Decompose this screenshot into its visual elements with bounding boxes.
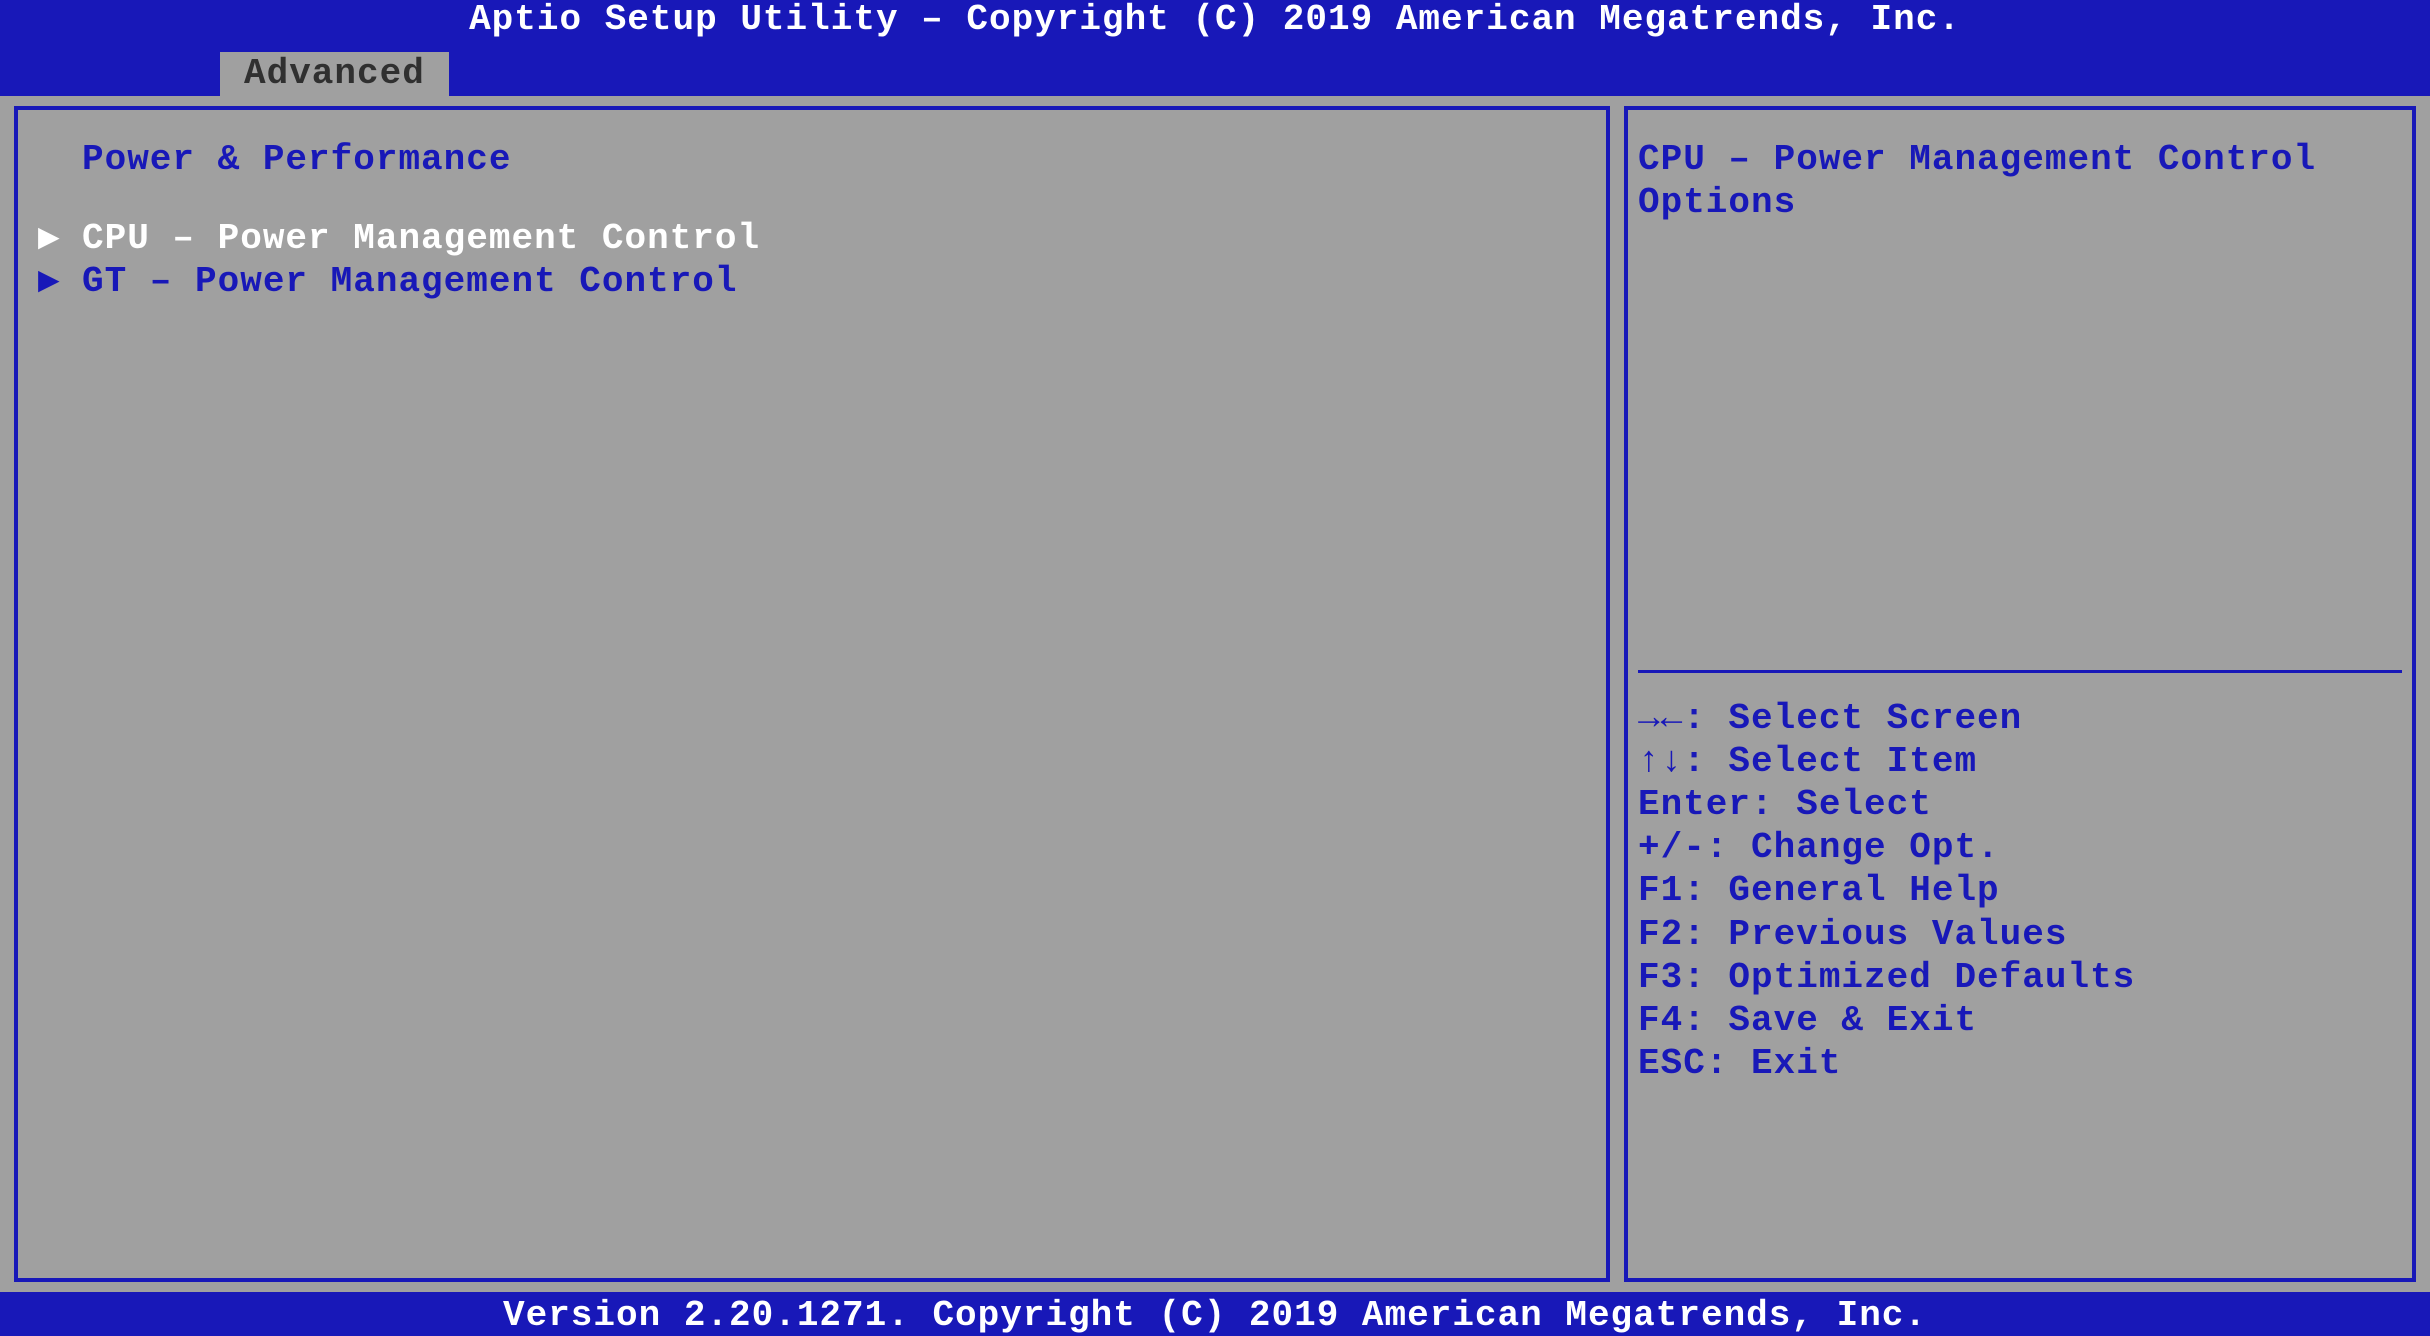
submenu-arrow-icon: ▶	[38, 260, 82, 303]
key-help: →←: Select Screen ↑↓: Select Item Enter:…	[1628, 673, 2412, 1279]
menu-item-label: GT – Power Management Control	[82, 260, 738, 303]
header-bar: Aptio Setup Utility – Copyright (C) 2019…	[0, 0, 2430, 44]
help-description-line: Options	[1638, 181, 2402, 224]
key-hint-select: Enter: Select	[1638, 783, 2402, 826]
help-description-line: CPU – Power Management Control	[1638, 138, 2402, 181]
side-pane: CPU – Power Management Control Options →…	[1624, 106, 2416, 1283]
key-hint-general-help: F1: General Help	[1638, 869, 2402, 912]
key-hint-select-item: ↑↓: Select Item	[1638, 740, 2402, 783]
key-hint-previous-values: F2: Previous Values	[1638, 913, 2402, 956]
content-pane: Power & Performance ▶ CPU – Power Manage…	[14, 106, 1610, 1283]
pane-title: Power & Performance	[82, 138, 1586, 181]
help-description: CPU – Power Management Control Options	[1628, 110, 2412, 670]
main-area: Power & Performance ▶ CPU – Power Manage…	[0, 96, 2430, 1293]
bios-container: Aptio Setup Utility – Copyright (C) 2019…	[0, 0, 2430, 1336]
menu-item-gt-power[interactable]: ▶ GT – Power Management Control	[38, 260, 1586, 303]
menu-item-cpu-power[interactable]: ▶ CPU – Power Management Control	[38, 217, 1586, 260]
submenu-arrow-icon: ▶	[38, 217, 82, 260]
menu-item-label: CPU – Power Management Control	[82, 217, 760, 260]
tab-bar: Advanced	[0, 44, 2430, 96]
key-hint-exit: ESC: Exit	[1638, 1042, 2402, 1085]
key-hint-save-exit: F4: Save & Exit	[1638, 999, 2402, 1042]
key-hint-select-screen: →←: Select Screen	[1638, 697, 2402, 740]
key-hint-change-opt: +/-: Change Opt.	[1638, 826, 2402, 869]
footer-text: Version 2.20.1271. Copyright (C) 2019 Am…	[503, 1295, 1927, 1336]
key-hint-optimized-defaults: F3: Optimized Defaults	[1638, 956, 2402, 999]
tab-label: Advanced	[244, 53, 425, 94]
tab-advanced[interactable]: Advanced	[220, 52, 449, 96]
footer-bar: Version 2.20.1271. Copyright (C) 2019 Am…	[0, 1292, 2430, 1336]
header-title: Aptio Setup Utility – Copyright (C) 2019…	[469, 0, 1961, 40]
